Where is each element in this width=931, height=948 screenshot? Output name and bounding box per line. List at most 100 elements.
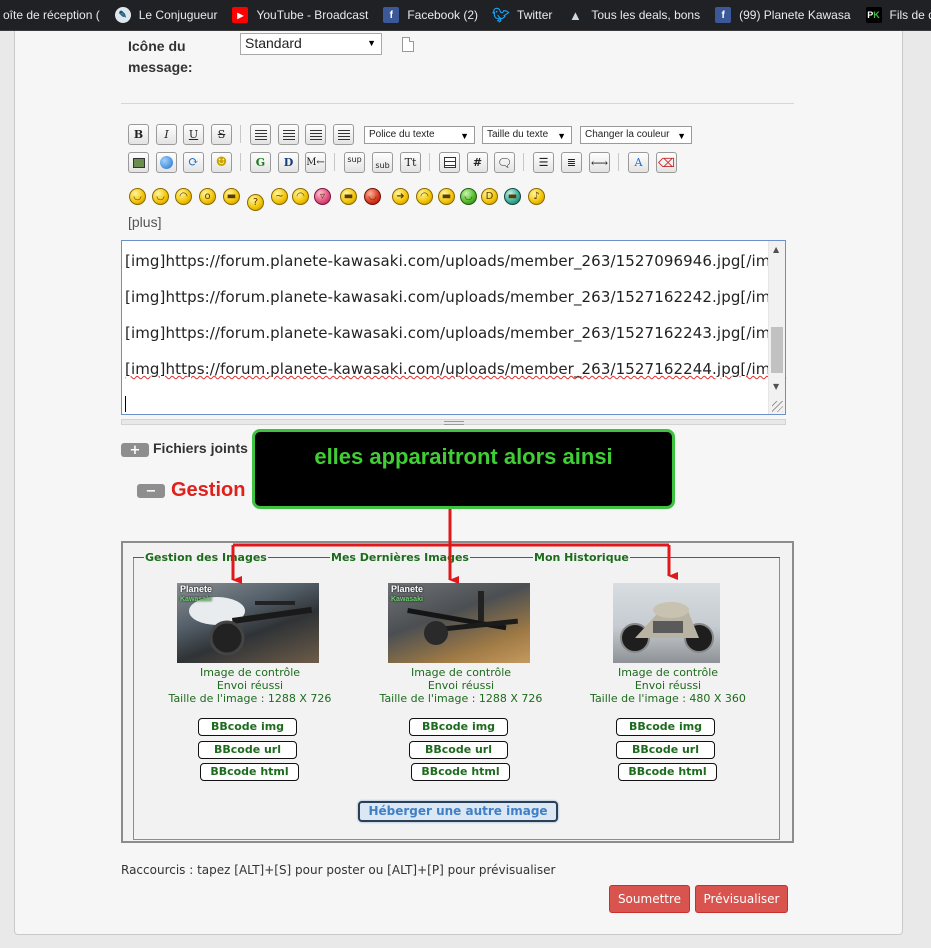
align-left-button[interactable] [250, 124, 271, 145]
deals-icon: ▲ [568, 7, 582, 23]
quote-button[interactable]: 🗨︎ [494, 152, 515, 173]
message-icon-label: Icône du message: [128, 38, 193, 75]
bold-label: B [133, 128, 144, 141]
bookmark-inbox[interactable]: oîte de réception ( [0, 0, 109, 30]
tab-historique[interactable]: Mon Historique [533, 551, 630, 564]
bbcode-img-button[interactable]: BBcode img [409, 718, 508, 736]
numbered-list-button[interactable]: ≣ [561, 152, 582, 173]
smiley-arrow-icon[interactable]: ➜ [392, 188, 409, 205]
teletype-button[interactable]: Tt [400, 152, 421, 173]
bookmark-youtube[interactable]: ▶ YouTube - Broadcast [226, 0, 377, 30]
document-icon [402, 37, 414, 52]
align-center-button[interactable] [305, 124, 326, 145]
editor-resize-bar[interactable] [121, 419, 786, 425]
bookmark-fils[interactable]: PK Fils de d [860, 0, 931, 30]
bbcode-img-button[interactable]: BBcode img [198, 718, 297, 736]
hash-button[interactable]: # [467, 152, 488, 173]
table-icon [443, 157, 456, 168]
scroll-down-icon[interactable]: ▼ [773, 382, 779, 391]
smiley-happy-icon[interactable]: ◡ [129, 188, 146, 205]
bookmark-label: Tous les deals, bons [591, 8, 701, 22]
bbcode-url-button[interactable]: BBcode url [616, 741, 715, 759]
bookmark-twitter[interactable]: 🐦︎ Twitter [487, 0, 561, 30]
smiley-cool-icon[interactable]: ▬ [340, 188, 357, 205]
preview-button[interactable]: Prévisualiser [695, 885, 788, 913]
scroll-up-icon[interactable]: ▲ [773, 245, 779, 254]
bold-button[interactable]: B [128, 124, 149, 145]
uploaded-image-thumbnail[interactable] [613, 583, 720, 663]
pk-icon: PK [865, 7, 882, 23]
collapse-gestion-button[interactable]: − [137, 484, 165, 498]
smiley-monster-icon[interactable]: ▿ [314, 188, 331, 205]
font-color-select[interactable]: Changer la couleur ▼ [580, 126, 692, 144]
message-icon-select[interactable]: Standard ▼ [240, 33, 382, 55]
smiley-rolleyes-icon[interactable]: ◠ [416, 188, 433, 205]
smiley-wink-icon[interactable]: ◡ [152, 188, 169, 205]
align-justify-button[interactable] [278, 124, 299, 145]
watermark: Planete Kawasaki [180, 585, 212, 604]
underline-label: U [188, 128, 199, 141]
m-arrow-button[interactable]: M← [305, 152, 326, 173]
expand-attachments-button[interactable]: + [121, 443, 149, 457]
bookmark-label: Twitter [517, 8, 553, 22]
italic-button[interactable]: I [156, 124, 177, 145]
bookmark-deals[interactable]: ▲ Tous les deals, bons [561, 0, 709, 30]
smiley-mad-icon[interactable]: ▬ [504, 188, 521, 205]
refresh-button[interactable]: ⟳ [183, 152, 204, 173]
watermark-sub: Kawasaki [180, 596, 212, 603]
bookmark-facebook[interactable]: f Facebook (2) [377, 0, 487, 30]
editor-line: [img]https://forum.planete-kawasaki.com/… [125, 252, 787, 270]
uploaded-image-thumbnail[interactable]: Planete Kawasaki [177, 583, 319, 663]
bookmark-conjugueur[interactable]: ✎ Le Conjugueur [109, 0, 227, 30]
submit-button[interactable]: Soumettre [609, 885, 690, 913]
underline-button[interactable]: U [183, 124, 204, 145]
smiley-confused-icon[interactable]: ? [247, 194, 264, 211]
editor-line: [img]https://forum.planete-kawasaki.com/… [125, 360, 787, 378]
bookmark-planete-kawasaki[interactable]: f (99) Planete Kawasa [709, 0, 859, 30]
smiley-whistle-icon[interactable]: ♪ [528, 188, 545, 205]
bbcode-url-button[interactable]: BBcode url [198, 741, 297, 759]
smiley-embarrassed-icon[interactable]: ~ [271, 188, 288, 205]
align-right-button[interactable] [333, 124, 354, 145]
bbcode-html-button[interactable]: BBcode html [411, 763, 510, 781]
bbcode-html-button[interactable]: BBcode html [200, 763, 299, 781]
bbcode-html-button[interactable]: BBcode html [618, 763, 717, 781]
watermark-sub: Kawasaki [391, 596, 423, 603]
strikethrough-button[interactable]: S [211, 124, 232, 145]
font-family-select[interactable]: Police du texte ▼ [364, 126, 475, 144]
smiley-devil-icon[interactable]: ◡ [364, 188, 381, 205]
table-button[interactable] [439, 152, 460, 173]
text-caret [125, 396, 126, 412]
dailymotion-button[interactable]: D [278, 152, 299, 173]
tab-dernieres-images[interactable]: Mes Dernières Images [330, 551, 470, 564]
host-another-image-button[interactable]: Héberger une autre image [358, 801, 558, 822]
smiley-sick-icon[interactable]: ◡ [460, 188, 477, 205]
superscript-button[interactable]: sup [344, 152, 365, 173]
bbcode-url-button[interactable]: BBcode url [409, 741, 508, 759]
google-button[interactable]: G [250, 152, 271, 173]
smiley-laugh-icon[interactable]: ▬ [223, 188, 240, 205]
smiley-lol-icon[interactable]: D [481, 188, 498, 205]
emoticon-button[interactable]: ☻ [211, 152, 232, 173]
smiley-sad-icon[interactable]: ◠ [175, 188, 192, 205]
more-smileys-link[interactable]: [plus] [128, 214, 161, 230]
editor-scrollbar[interactable]: ▲ ▼ [768, 241, 785, 414]
subscript-button[interactable]: sub [372, 152, 393, 173]
tab-gestion-images[interactable]: Gestion des Images [144, 551, 268, 564]
smiley-surprised-icon[interactable]: o [199, 188, 216, 205]
smiley-shy-icon[interactable]: ◠ [292, 188, 309, 205]
annotation-callout: elles apparaitront alors ainsi [252, 429, 675, 509]
uploaded-image-thumbnail[interactable]: Planete Kawasaki [388, 583, 530, 663]
bullet-list-button[interactable]: ☰ [533, 152, 554, 173]
horizontal-rule-button[interactable]: ⟷ [589, 152, 610, 173]
resize-handle[interactable] [772, 401, 783, 412]
font-color-button[interactable]: A [628, 152, 649, 173]
insert-image-button[interactable] [128, 152, 149, 173]
insert-link-button[interactable] [156, 152, 177, 173]
bbcode-img-button[interactable]: BBcode img [616, 718, 715, 736]
message-textarea[interactable]: [img]https://forum.planete-kawasaki.com/… [121, 240, 786, 415]
smiley-grin-icon[interactable]: ▬ [438, 188, 455, 205]
font-size-select[interactable]: Taille du texte ▼ [482, 126, 572, 144]
remove-format-button[interactable]: ⌫ [656, 152, 677, 173]
scrollbar-thumb[interactable] [771, 327, 783, 373]
